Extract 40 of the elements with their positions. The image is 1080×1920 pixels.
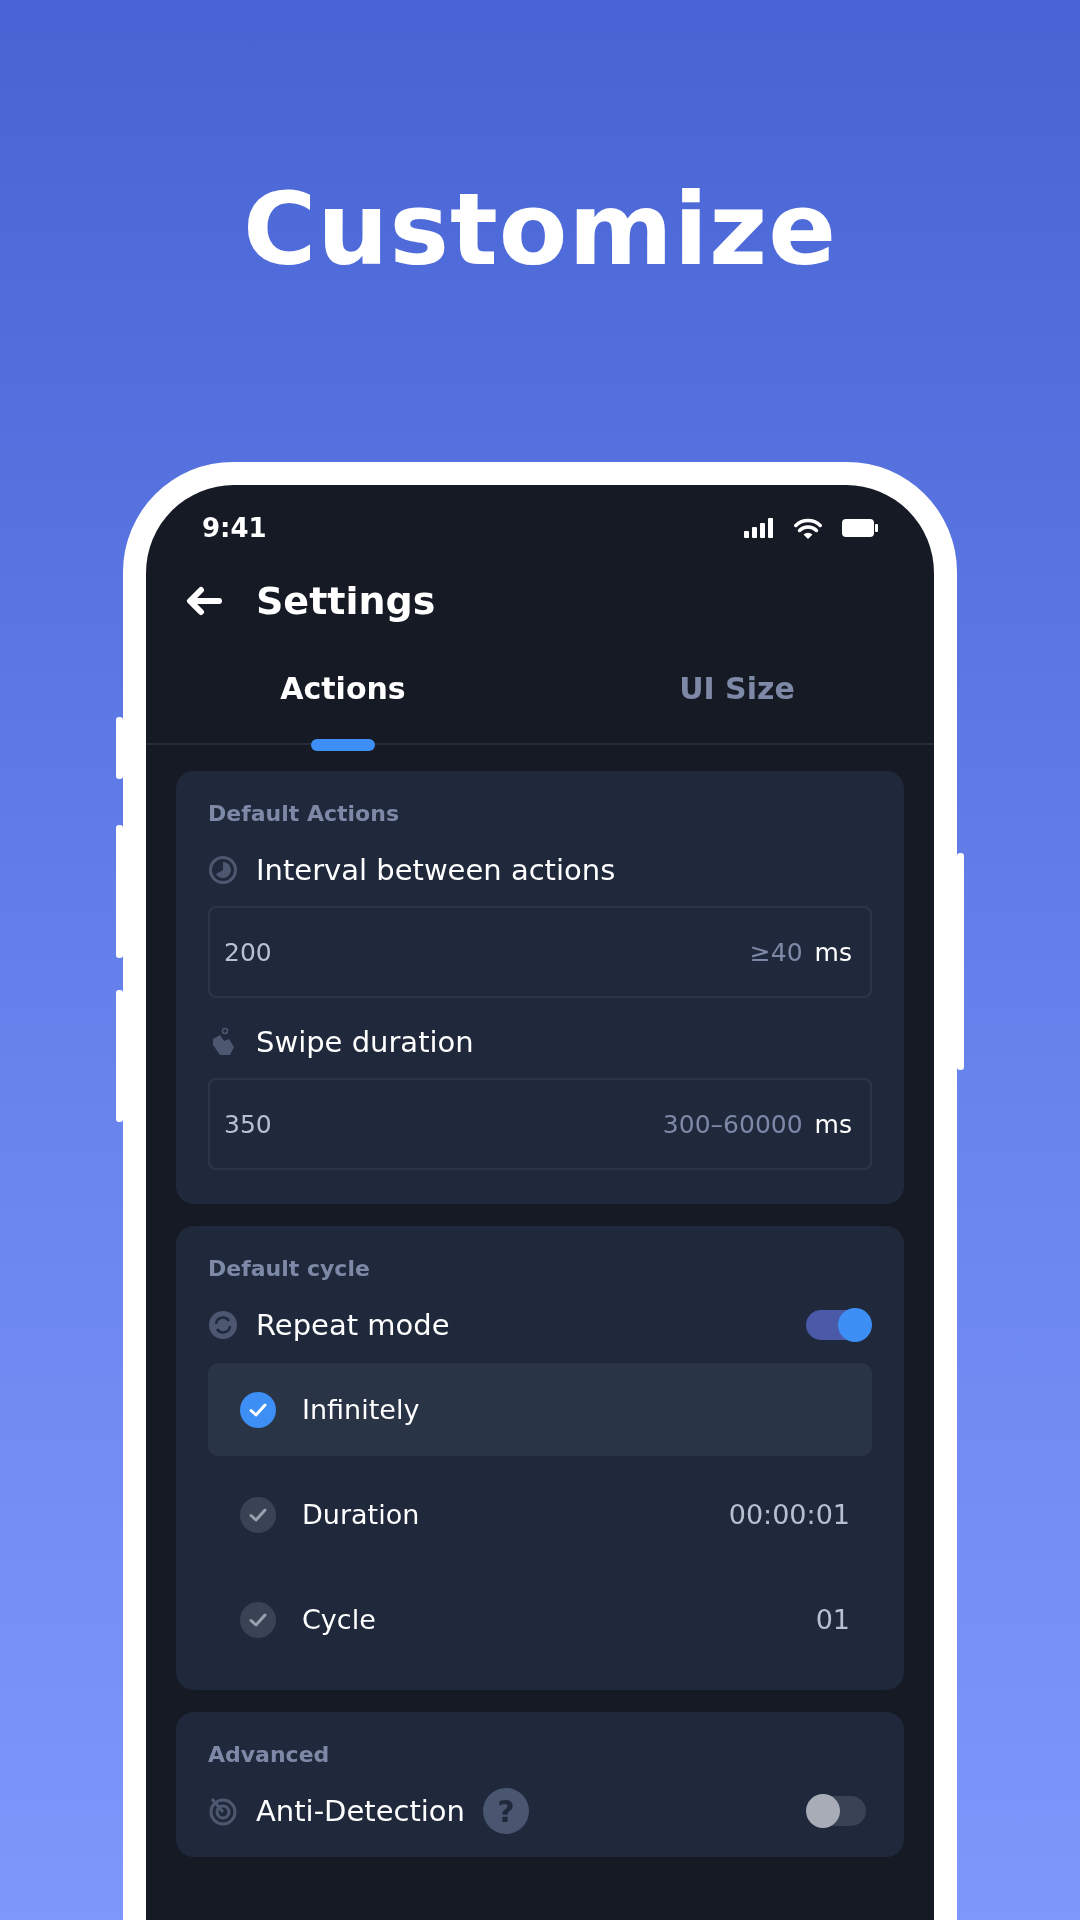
option-row[interactable]: Infinitely <box>208 1363 872 1456</box>
tab-indicator <box>311 739 375 751</box>
field-value: 200 <box>224 937 272 967</box>
option-label: Infinitely <box>302 1394 420 1425</box>
setting-label: Repeat mode <box>256 1308 450 1342</box>
section-title: Default cycle <box>208 1256 371 1281</box>
section-title: Advanced <box>208 1742 331 1767</box>
setting-label: Anti-Detection <box>256 1794 465 1828</box>
setting-label: Swipe duration <box>256 1025 474 1059</box>
tab[interactable]: Actions <box>280 671 406 706</box>
screen-title: Settings <box>256 579 436 623</box>
check-circle-icon <box>240 1601 276 1638</box>
check-circle-icon <box>240 1496 276 1533</box>
option-value: 00:00:01 <box>728 1499 850 1530</box>
setting-label: Interval between actions <box>256 853 616 887</box>
unit-label: ms <box>814 937 852 967</box>
input-field[interactable]: 200 ≥40 ms <box>208 906 872 998</box>
range-hint: ≥40 <box>749 937 803 967</box>
field-value: 350 <box>224 1109 272 1139</box>
battery-icon <box>842 519 878 537</box>
input-field[interactable]: 350 300–60000 ms <box>208 1078 872 1170</box>
repeat-icon <box>208 1310 238 1340</box>
wifi-icon <box>794 517 822 539</box>
option-value: 01 <box>815 1604 850 1635</box>
section-title: Default Actions <box>208 801 400 826</box>
tab[interactable]: UI Size <box>679 671 795 706</box>
option-label: Duration <box>302 1499 420 1530</box>
headline: Customize <box>242 170 838 290</box>
option-row[interactable]: Duration 00:00:01 <box>208 1468 872 1561</box>
radar-icon <box>208 1796 238 1826</box>
toggle-switch[interactable] <box>806 1308 872 1342</box>
back-arrow-icon[interactable] <box>186 586 222 616</box>
option-label: Cycle <box>302 1604 376 1635</box>
option-row[interactable]: Cycle 01 <box>208 1573 872 1666</box>
status-time: 9:41 <box>202 513 267 543</box>
signal-icon <box>744 518 774 538</box>
range-hint: 300–60000 <box>662 1109 803 1139</box>
unit-label: ms <box>814 1109 852 1139</box>
check-circle-icon <box>240 1391 276 1428</box>
timer-icon <box>208 855 238 885</box>
